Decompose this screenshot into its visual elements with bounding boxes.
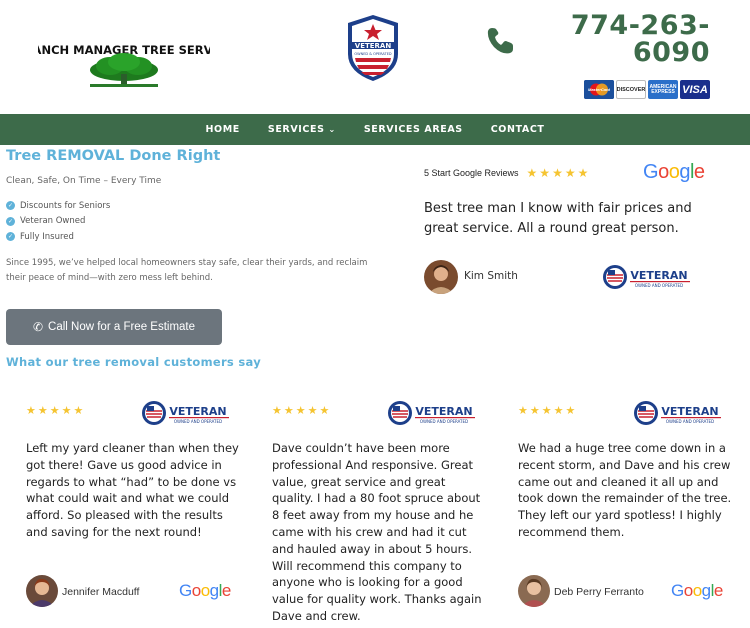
amex-icon: AMERICAN EXPRESS <box>648 80 678 99</box>
nav-item-contact[interactable]: CONTACT <box>477 124 559 135</box>
site-header: BRANCH MANAGER TREE SERVICE VETERAN OWNE… <box>0 0 750 114</box>
reviewer-name: Deb Perry Ferranto <box>554 586 644 598</box>
star-rating: ★★★★★ <box>26 404 86 417</box>
star-rating: ★★★★★ <box>526 166 591 180</box>
reviews-section-heading: What our tree removal customers say <box>6 355 262 369</box>
svg-text:OWNED AND OPERATED: OWNED AND OPERATED <box>174 419 222 424</box>
svg-text:VETERAN: VETERAN <box>169 405 226 418</box>
phone-icon[interactable] <box>484 25 516 57</box>
svg-text:VETERAN: VETERAN <box>415 405 472 418</box>
avatar <box>518 575 550 607</box>
checklist-item: ✓ Fully Insured <box>6 231 74 242</box>
payment-methods: MasterCard DISCOVER AMERICAN EXPRESS VIS… <box>584 80 710 99</box>
svg-text:OWNED AND OPERATED: OWNED AND OPERATED <box>420 419 468 424</box>
veteran-owned-logo: VETERAN OWNED AND OPERATED <box>142 401 229 425</box>
nav-item-home[interactable]: HOME <box>192 124 254 135</box>
nav-item-services[interactable]: SERVICES ⌄ <box>254 124 350 135</box>
reviewer-name: Kim Smith <box>464 270 518 282</box>
discover-icon: DISCOVER <box>616 80 646 99</box>
feature-checklist: ✓ Discounts for Seniors ✓ Veteran Owned ✓ F… <box>6 198 110 245</box>
review-text: We had a huge tree come down in a recent… <box>518 441 732 539</box>
veteran-owned-logo: VETERAN OWNED AND OPERATED <box>634 401 721 425</box>
checklist-item: ✓ Veteran Owned <box>6 216 86 227</box>
star-rating: ★★★★★ <box>518 404 578 417</box>
phone-number-link[interactable]: 774-263-6090 <box>560 12 710 66</box>
google-reviews-label: 5 Start Google Reviews <box>424 168 519 178</box>
svg-text:VETERAN: VETERAN <box>630 269 687 282</box>
svg-text:OWNED & OPERATED: OWNED & OPERATED <box>354 52 392 56</box>
veteran-owned-logo: VETERAN OWNED AND OPERATED <box>603 265 690 289</box>
checklist-item: ✓ Discounts for Seniors <box>6 200 111 211</box>
review-card: ★★★★★ VETERAN OWNED AND OPERATED We had … <box>518 392 750 628</box>
check-icon: ✓ <box>6 232 15 242</box>
call-now-button[interactable]: ✆ Call Now for a Free Estimate <box>6 309 222 345</box>
svg-text:OWNED AND OPERATED: OWNED AND OPERATED <box>635 283 683 288</box>
reviewer-name: Jennifer Macduff <box>62 586 140 598</box>
review-card: ★★★★★ VETERAN OWNED AND OPERATED Dave co… <box>272 392 508 628</box>
svg-text:VETERAN: VETERAN <box>661 405 718 418</box>
branch-manager-logo[interactable]: BRANCH MANAGER TREE SERVICE <box>38 32 210 90</box>
nav-item-services-areas[interactable]: SERVICES AREAS <box>350 124 477 135</box>
review-text: Left my yard cleaner than when they got … <box>26 441 239 539</box>
avatar <box>26 575 58 607</box>
svg-text:VETERAN: VETERAN <box>355 42 392 50</box>
hero-paragraph: Since 1995, we’ve helped local homeowner… <box>6 258 368 283</box>
mastercard-icon: MasterCard <box>584 80 614 99</box>
svg-text:OWNED AND OPERATED: OWNED AND OPERATED <box>666 419 714 424</box>
visa-icon: VISA <box>680 80 710 99</box>
chevron-down-icon: ⌄ <box>328 125 336 134</box>
check-icon: ✓ <box>6 201 15 211</box>
google-logo-icon: Google <box>643 161 705 183</box>
review-text: Dave couldn’t have been more professiona… <box>272 441 482 623</box>
featured-review-header: 5 Start Google Reviews ★★★★★ <box>424 166 590 180</box>
avatar <box>424 260 458 294</box>
main-nav: HOME SERVICES ⌄ SERVICES AREAS CONTACT <box>0 114 750 145</box>
google-logo-icon: Google <box>179 581 231 600</box>
hero-title: Tree REMOVAL Done Right <box>6 148 221 164</box>
featured-review-text: Best tree man I know with fair prices an… <box>424 201 692 236</box>
review-card: ★★★★★ VETERAN OWNED AND OPERATED Left my… <box>26 392 262 628</box>
star-rating: ★★★★★ <box>272 404 332 417</box>
svg-text:MasterCard: MasterCard <box>588 87 611 92</box>
google-logo-icon: Google <box>671 581 723 600</box>
phone-icon: ✆ <box>32 320 44 334</box>
veteran-owned-logo: VETERAN OWNED AND OPERATED <box>388 401 475 425</box>
hero-subtitle: Clean, Safe, On Time – Every Time <box>6 176 162 186</box>
veteran-owned-badge: VETERAN OWNED & OPERATED <box>348 15 398 81</box>
check-icon: ✓ <box>6 216 15 226</box>
cta-label: Call Now for a Free Estimate <box>48 321 196 333</box>
